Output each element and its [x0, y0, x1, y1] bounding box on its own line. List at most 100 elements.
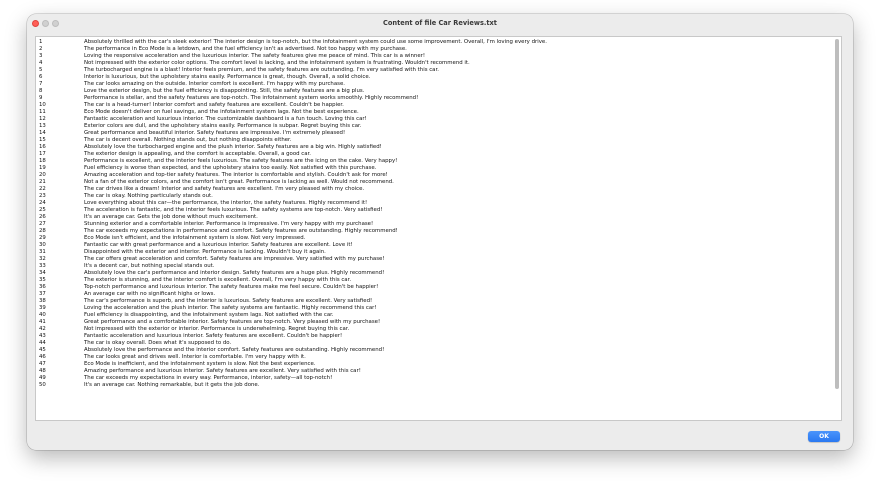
line-number: 17	[39, 150, 46, 157]
line-text: Fantastic acceleration and luxurious int…	[84, 115, 367, 122]
line-text: The acceleration is fantastic, and the i…	[84, 206, 383, 213]
line-number: 4	[39, 59, 43, 66]
line-number: 19	[39, 164, 46, 171]
line-text: Eco Mode is inefficient, and the infotai…	[84, 360, 316, 367]
line-text: The car is a head-turner! Interior comfo…	[84, 101, 344, 108]
line-number: 21	[39, 178, 46, 185]
line-number: 18	[39, 157, 46, 164]
line-number: 7	[39, 80, 43, 87]
vertical-scrollbar[interactable]	[835, 39, 839, 389]
line-number: 26	[39, 213, 46, 220]
line-text: The car offers great acceleration and co…	[84, 255, 385, 262]
line-text: The car exceeds my expectations in every…	[84, 374, 333, 381]
line-number: 12	[39, 115, 46, 122]
line-number: 32	[39, 255, 46, 262]
line-text: Love everything about this car—the perfo…	[84, 199, 368, 206]
line-text: The car's performance is superb, and the…	[84, 297, 373, 304]
line-number: 20	[39, 171, 46, 178]
line-number: 22	[39, 185, 46, 192]
line-number: 44	[39, 339, 46, 346]
line-number: 8	[39, 87, 43, 94]
line-number: 43	[39, 332, 46, 339]
line-text: Top-notch performance and luxurious inte…	[84, 283, 379, 290]
line-text: Absolutely love the car's performance an…	[84, 269, 385, 276]
line-text: Fuel efficiency is disappointing, and th…	[84, 311, 334, 318]
file-content-text-area[interactable]: 1 Absolutely thrilled with the car's slee…	[35, 36, 842, 421]
line-number: 42	[39, 325, 46, 332]
line-text: Absolutely love the performance and the …	[84, 346, 385, 353]
line-text: An average car with no significant highs…	[84, 290, 216, 297]
line-text: Love the exterior design, but the fuel e…	[84, 87, 365, 94]
line-number: 45	[39, 346, 46, 353]
line-text: Absolutely love the turbocharged engine …	[84, 143, 382, 150]
line-number: 48	[39, 367, 46, 374]
line-text: The car drives like a dream! Interior an…	[84, 185, 365, 192]
line-number: 23	[39, 192, 46, 199]
line-text: Loving the responsive acceleration and t…	[84, 52, 426, 59]
line-number: 24	[39, 199, 46, 206]
line-text: It's an average car. Nothing remarkable,…	[84, 381, 260, 388]
line-text: Great performance and a comfortable inte…	[84, 318, 381, 325]
line-number: 38	[39, 297, 46, 304]
line-text: The car is okay. Nothing particularly st…	[84, 192, 213, 199]
line-number: 30	[39, 241, 46, 248]
line-number: 34	[39, 269, 46, 276]
line-text: The performance in Eco Mode is a letdown…	[84, 45, 407, 52]
line-number: 25	[39, 206, 46, 213]
title-bar: Content of file Car Reviews.txt	[27, 14, 853, 34]
line-text: Fantastic acceleration and luxurious int…	[84, 332, 343, 339]
line-number: 14	[39, 129, 46, 136]
line-text: Not impressed with the exterior color op…	[84, 59, 470, 66]
line-number: 49	[39, 374, 46, 381]
line-text: Interior is luxurious, but the upholster…	[84, 73, 371, 80]
line-text: The exterior design is appealing, and th…	[84, 150, 311, 157]
line-text: The car looks amazing on the outside. In…	[84, 80, 345, 87]
line-text: Stunning exterior and a comfortable inte…	[84, 220, 374, 227]
line-text: The car exceeds my expectations in perfo…	[84, 227, 398, 234]
line-number: 33	[39, 262, 46, 269]
line-text: Amazing performance and luxurious interi…	[84, 367, 361, 374]
line-number: 27	[39, 220, 46, 227]
line-number: 5	[39, 66, 43, 73]
ok-button[interactable]: OK	[808, 431, 840, 442]
line-text: Performance is stellar, and the safety f…	[84, 94, 419, 101]
line-number: 3	[39, 52, 43, 59]
line-number: 50	[39, 381, 46, 388]
line-number: 9	[39, 94, 43, 101]
line-number: 1	[39, 39, 43, 45]
line-text: Not impressed with the exterior or inter…	[84, 325, 350, 332]
line-number: 28	[39, 227, 46, 234]
line-number: 15	[39, 136, 46, 143]
line-number: 47	[39, 360, 46, 367]
line-text: It's an average car. Gets the job done w…	[84, 213, 258, 220]
line-number: 16	[39, 143, 46, 150]
line-number: 31	[39, 248, 46, 255]
line-text: Fantastic car with great performance and…	[84, 241, 353, 248]
line-text: The car looks great and drives well. Int…	[84, 353, 306, 360]
line-number: 36	[39, 283, 46, 290]
line-number: 39	[39, 304, 46, 311]
line-text: The car is decent overall. Nothing stand…	[84, 136, 292, 143]
line-text: Eco Mode isn't efficient, and the infota…	[84, 234, 306, 241]
line-text: Performance is excellent, and the interi…	[84, 157, 398, 164]
line-text: Disappointed with the exterior and inter…	[84, 248, 326, 255]
line-number: 46	[39, 353, 46, 360]
line-text: The exterior is stunning, and the interi…	[84, 276, 352, 283]
line-number: 41	[39, 318, 46, 325]
line-text: The car is okay overall. Does what it's …	[84, 339, 232, 346]
window-title: Content of file Car Reviews.txt	[383, 19, 497, 27]
line-text: Amazing acceleration and top-tier safety…	[84, 171, 388, 178]
line-number: 40	[39, 311, 46, 318]
line-text: Loving the acceleration and the plush in…	[84, 304, 377, 311]
line-number: 11	[39, 108, 46, 115]
line-number: 29	[39, 234, 46, 241]
line-text: Fuel efficiency is worse than expected, …	[84, 164, 377, 171]
line-text: Eco Mode doesn't deliver on fuel savings…	[84, 108, 359, 115]
line-text: Absolutely thrilled with the car's sleek…	[84, 39, 547, 45]
line-text: The turbocharged engine is a blast! Inte…	[84, 66, 439, 73]
dialog-window: Content of file Car Reviews.txt 1 Absolut…	[27, 14, 853, 450]
line-text: Great performance and beautiful interior…	[84, 129, 346, 136]
line-number: 13	[39, 122, 46, 129]
line-text: Exterior colors are dull, and the uphols…	[84, 122, 362, 129]
line-text: It's a decent car, but nothing special s…	[84, 262, 215, 269]
